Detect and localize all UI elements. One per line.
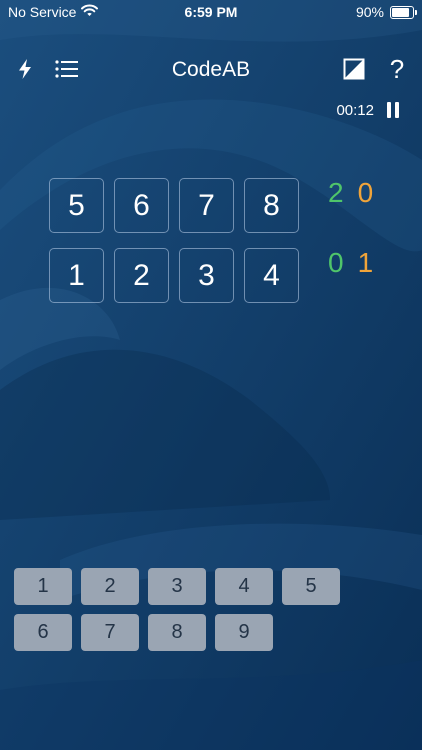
help-icon[interactable]: ?: [380, 52, 414, 86]
key-3[interactable]: 3: [148, 568, 206, 605]
battery-percent: 90%: [355, 4, 384, 20]
keypad-row: 1 2 3 4 5: [14, 568, 340, 605]
key-1[interactable]: 1: [14, 568, 72, 605]
key-4[interactable]: 4: [215, 568, 273, 605]
guess-score: 2 0: [328, 177, 373, 209]
guess-row: 1 2 3 4 0 1: [49, 247, 373, 304]
pause-bar-right: [395, 102, 399, 118]
score-b: 0: [357, 176, 374, 208]
status-battery-group: 90%: [355, 4, 417, 20]
number-keypad: 1 2 3 4 5 6 7 8 9: [14, 568, 340, 660]
pause-icon[interactable]: [384, 100, 402, 120]
timer-label: 00:12: [336, 101, 374, 119]
guess-digit: 4: [244, 248, 299, 303]
guess-score: 0 1: [328, 247, 373, 279]
guess-row: 5 6 7 8 2 0: [49, 177, 373, 234]
status-bar: No Service 6:59 PM 90%: [0, 0, 422, 24]
guess-digit: 1: [49, 248, 104, 303]
battery-level: [392, 7, 410, 17]
score-a: 0: [328, 246, 344, 278]
guess-digit: 5: [49, 178, 104, 233]
nav-bar: CodeAB ?: [0, 46, 422, 92]
pause-bar-left: [387, 102, 391, 118]
score-b: 1: [357, 246, 374, 278]
timer-row: 00:12: [336, 98, 402, 122]
guess-digit: 3: [179, 248, 234, 303]
key-5[interactable]: 5: [282, 568, 340, 605]
key-8[interactable]: 8: [148, 614, 206, 651]
key-2[interactable]: 2: [81, 568, 139, 605]
score-a: 2: [328, 176, 344, 208]
keypad-row: 6 7 8 9: [14, 614, 340, 651]
key-9[interactable]: 9: [215, 614, 273, 651]
guess-digit: 2: [114, 248, 169, 303]
battery-icon: [390, 5, 417, 19]
guess-digit: 7: [179, 178, 234, 233]
key-6[interactable]: 6: [14, 614, 72, 651]
guess-digit: 8: [244, 178, 299, 233]
guess-history: 5 6 7 8 2 0 1 2 3 4 0 1: [49, 177, 373, 317]
contrast-icon[interactable]: [337, 52, 371, 86]
key-7[interactable]: 7: [81, 614, 139, 651]
guess-digit: 6: [114, 178, 169, 233]
